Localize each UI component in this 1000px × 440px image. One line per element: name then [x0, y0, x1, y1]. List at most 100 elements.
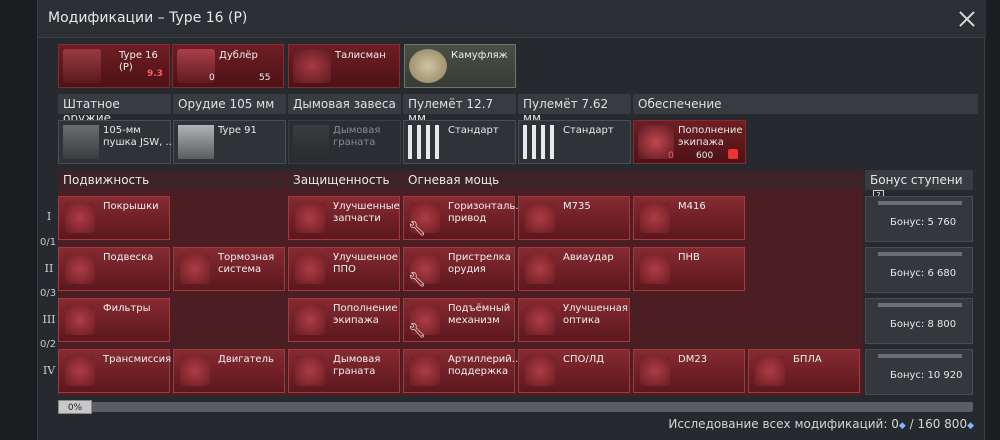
mod-laser-warning[interactable]: СПО/ЛД — [518, 349, 630, 393]
weapon-label: Пополнение экипажа — [678, 125, 743, 148]
mod-engine[interactable]: Двигатель — [173, 349, 285, 393]
tier-numeral: II — [44, 262, 54, 275]
tab-support[interactable]: Обеспечение — [633, 94, 978, 114]
engine-icon — [180, 356, 210, 386]
tires-icon — [65, 203, 95, 233]
tab-smoke[interactable]: Дымовая завеса — [288, 94, 401, 114]
optics-icon — [525, 305, 555, 335]
mod-drone[interactable]: БПЛА — [748, 349, 860, 393]
night-vision-icon — [640, 254, 670, 284]
tab-main-weapon[interactable]: Штатное оружие — [58, 94, 171, 125]
bonus-bar — [878, 201, 962, 205]
artillery-icon — [410, 356, 440, 386]
lock-icon — [728, 149, 738, 159]
gem-icon: ◆ — [898, 421, 906, 431]
talisman-slot[interactable]: Талисман — [288, 44, 400, 88]
tier-bonus: Бонус: 8 800 — [865, 298, 973, 344]
tank-icon — [63, 49, 101, 83]
bonus-bar — [878, 303, 962, 307]
mod-dm23[interactable]: DM23 — [633, 349, 745, 393]
ammo-belt-icon — [523, 125, 559, 159]
mod-elevation[interactable]: 🔧︎ Подъёмный механизм — [403, 298, 515, 342]
close-icon[interactable] — [956, 8, 978, 30]
talisman-icon — [293, 49, 331, 83]
smoke-grenade-icon — [293, 125, 329, 159]
suspension-icon — [65, 254, 95, 284]
research-progress-label: 0% — [58, 400, 92, 414]
research-progress-bar — [58, 402, 973, 412]
mod-brakes[interactable]: Тормозная система — [173, 247, 285, 291]
mod-airstrike[interactable]: Авиаудар — [518, 247, 630, 291]
tier-count: 0/1 — [40, 237, 57, 248]
mod-suspension[interactable]: Подвеска — [58, 247, 170, 291]
crew-icon — [295, 305, 325, 335]
mod-zeroing[interactable]: 🔧︎ Пристрелка орудия — [403, 247, 515, 291]
ammo-belt-icon — [408, 125, 444, 159]
weapon-slot-cannon[interactable]: 105-мм пушка JSW, ... — [58, 120, 175, 164]
weapon-slot-type91[interactable]: Type 91 — [173, 120, 286, 164]
weapon-label: Дымовая граната — [333, 125, 381, 148]
weapon-label: Стандарт — [448, 125, 499, 136]
mod-night-vision[interactable]: ПНВ — [633, 247, 745, 291]
title-bar: Модификации – Type 16 (P) — [38, 0, 986, 38]
wrench-icon: 🔧︎ — [408, 323, 426, 339]
mod-artillery[interactable]: Артиллерий... поддержка — [403, 349, 521, 393]
window-title: Модификации – Type 16 (P) — [48, 10, 248, 26]
backup-price: 55 — [259, 73, 271, 83]
backup-label: Дублёр — [219, 50, 258, 61]
mod-optics[interactable]: Улучшенная оптика — [518, 298, 630, 342]
mod-transmission[interactable]: Трансмиссия — [58, 349, 171, 393]
battle-rating: 9.3 — [147, 69, 163, 79]
drone-icon — [755, 356, 785, 386]
filter-icon — [65, 305, 95, 335]
transmission-icon — [65, 356, 95, 386]
mod-crew-refill[interactable]: Пополнение экипажа — [288, 298, 400, 342]
mod-horizontal-drive[interactable]: 🔧︎ Горизонталь... привод — [403, 196, 525, 240]
parts-icon — [295, 203, 325, 233]
shell-icon — [640, 203, 670, 233]
weapon-label: Стандарт — [563, 125, 614, 136]
brakes-icon — [180, 254, 210, 284]
bonus-bar — [878, 252, 962, 256]
gem-icon: ◆ — [967, 421, 974, 431]
tier-bonus: Бонус: 6 680 — [865, 247, 973, 293]
shell-icon — [178, 125, 214, 159]
weapon-slot-crew-refill[interactable]: Пополнение экипажа 0 600 — [633, 120, 746, 164]
weapon-slot-smoke[interactable]: Дымовая граната — [288, 120, 401, 164]
tier-count: 0/3 — [40, 288, 57, 299]
mod-improved-fire-ext[interactable]: Улучшенное ППО — [288, 247, 400, 291]
weapon-label: Type 91 — [218, 125, 257, 136]
mod-m735[interactable]: M735 — [518, 196, 630, 240]
category-mobility: Подвижность — [58, 170, 286, 190]
mod-smoke-grenade[interactable]: Дымовая граната — [288, 349, 400, 393]
tier-count: 0/2 — [40, 339, 57, 350]
tier-bonus-title: Бонус ступени — [870, 173, 963, 187]
mod-tires[interactable]: Покрышки — [58, 196, 170, 240]
modifications-window: Модификации – Type 16 (P) Type 16 (P) 9.… — [37, 0, 986, 440]
shell-icon — [525, 203, 555, 233]
tier-numeral: III — [42, 313, 56, 326]
category-firepower: Огневая мощь — [403, 170, 863, 190]
tier-bonus: Бонус: 10 920 — [865, 349, 973, 395]
camo-slot[interactable]: Камуфляж — [404, 44, 516, 88]
research-total: Исследование всех модификаций: 0◆ / 160 … — [668, 417, 974, 431]
weapon-slot-mg-12-7[interactable]: Стандарт — [403, 120, 516, 164]
weapon-label: 105-мм пушка JSW, ... — [103, 125, 176, 148]
tab-mg-12-7[interactable]: Пулемёт 12.7 мм — [403, 94, 516, 125]
tier-bonus-header: Бонус ступени? — [865, 170, 973, 201]
mod-improved-parts[interactable]: Улучшенные запчасти — [288, 196, 400, 240]
shell-icon — [640, 356, 670, 386]
camo-icon — [409, 49, 447, 83]
mod-filters[interactable]: Фильтры — [58, 298, 170, 342]
backup-slot[interactable]: Дублёр 0 55 — [172, 44, 284, 88]
wrench-icon: 🔧︎ — [408, 272, 426, 288]
tab-mg-7-62[interactable]: Пулемёт 7.62 мм — [518, 94, 631, 125]
vehicle-slot[interactable]: Type 16 (P) 9.3 — [58, 44, 170, 88]
backup-count: 0 — [209, 73, 215, 83]
airstrike-icon — [525, 254, 555, 284]
mod-m416[interactable]: M416 — [633, 196, 745, 240]
weapon-slot-mg-7-62[interactable]: Стандарт — [518, 120, 631, 164]
tier-numeral: IV — [42, 364, 56, 377]
tab-cannon-105[interactable]: Орудие 105 мм — [173, 94, 286, 114]
category-protection: Защищенность — [288, 170, 401, 190]
